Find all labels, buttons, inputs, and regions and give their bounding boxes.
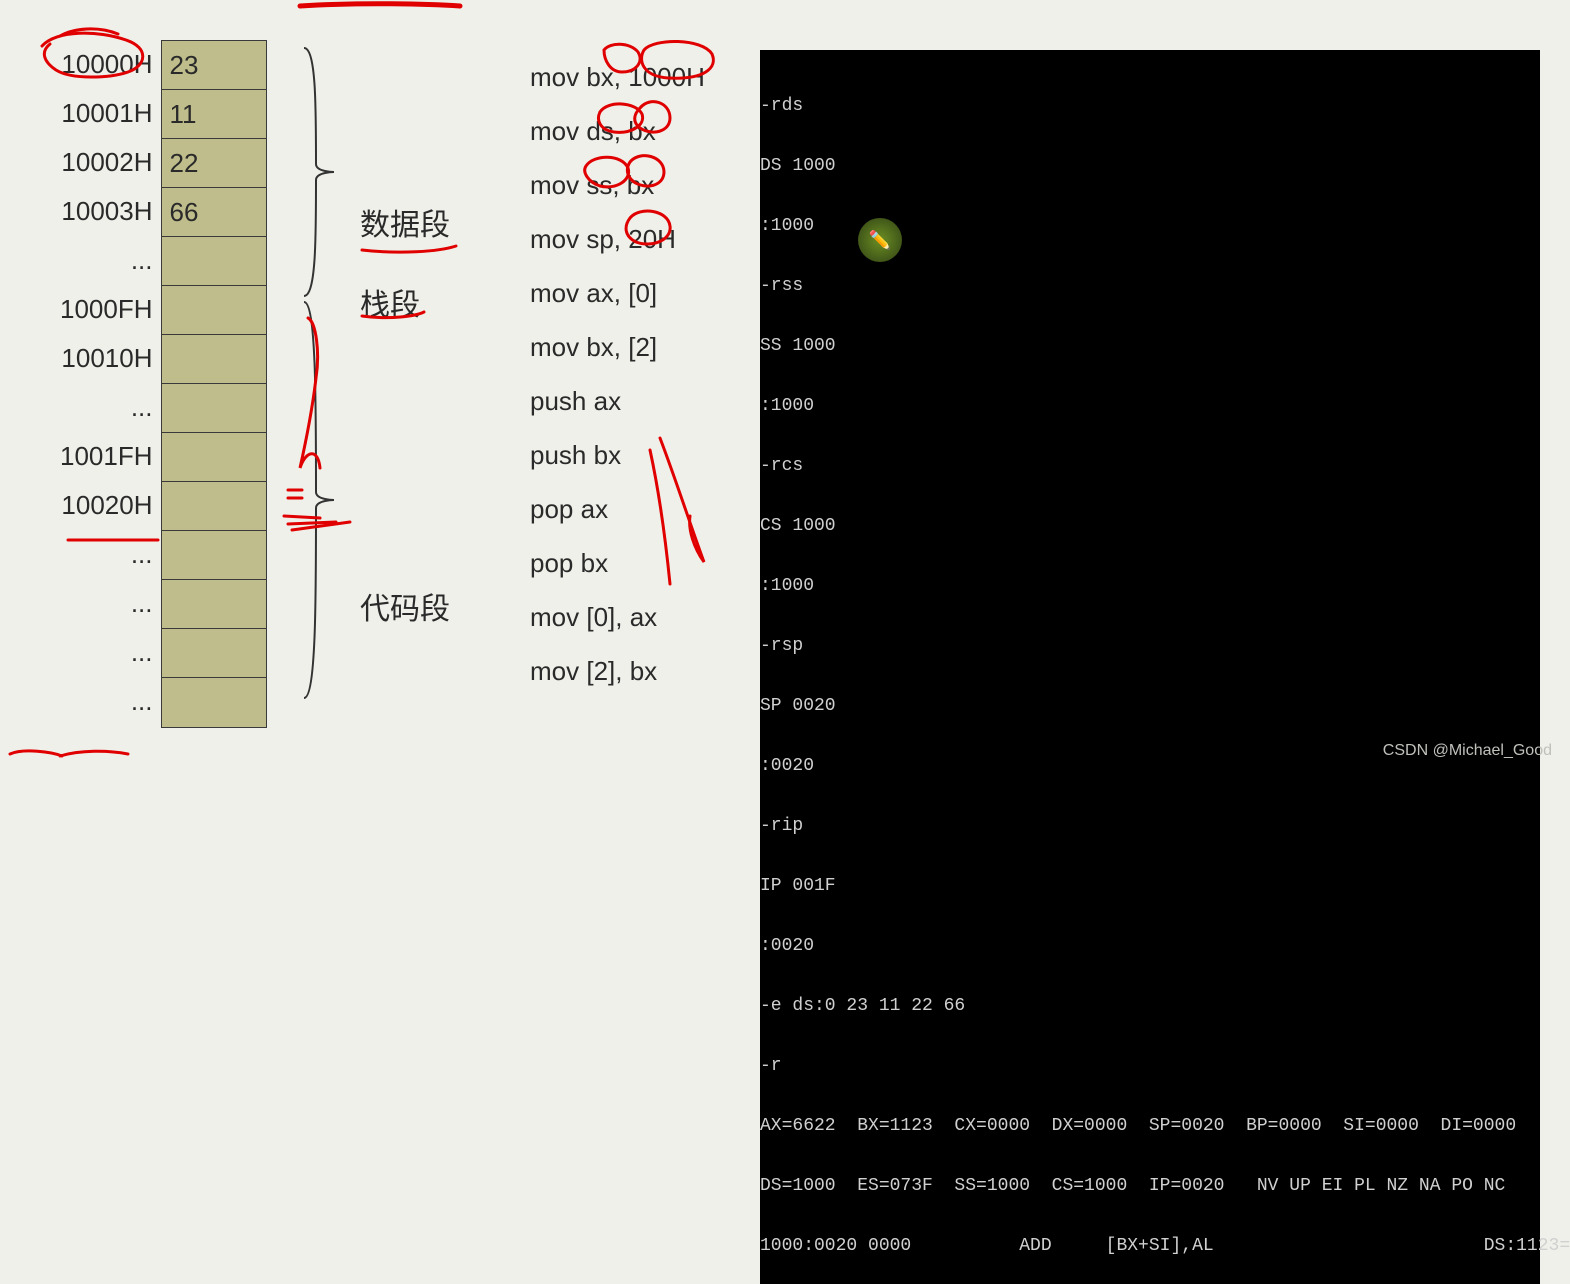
asm-line: push bx bbox=[530, 428, 705, 482]
terminal-line: -e ds:0 23 11 22 66 bbox=[760, 996, 1536, 1016]
address-cell: 10002H bbox=[60, 138, 153, 187]
address-cell: 10020H bbox=[60, 481, 153, 530]
pencil-icon: ✏️ bbox=[869, 230, 891, 251]
memory-cell bbox=[162, 335, 266, 384]
memory-cell bbox=[162, 531, 266, 580]
memory-cell bbox=[162, 482, 266, 531]
value-column: 23 11 22 66 bbox=[161, 40, 267, 728]
asm-line: mov bx, 1000H bbox=[530, 50, 705, 104]
asm-line: mov [0], ax bbox=[530, 590, 705, 644]
address-cell: ... bbox=[60, 383, 153, 432]
terminal-line: 1000:0020 0000 ADD [BX+SI],AL DS:1123=00 bbox=[760, 1236, 1536, 1256]
terminal-line: SS 1000 bbox=[760, 336, 1536, 356]
memory-cell bbox=[162, 237, 266, 286]
terminal-line: DS 1000 bbox=[760, 156, 1536, 176]
terminal-line: DS=1000 ES=073F SS=1000 CS=1000 IP=0020 … bbox=[760, 1176, 1536, 1196]
asm-line: pop bx bbox=[530, 536, 705, 590]
asm-line: mov bx, [2] bbox=[530, 320, 705, 374]
terminal-line: -rss bbox=[760, 276, 1536, 296]
terminal-line: -r bbox=[760, 1056, 1536, 1076]
terminal-line: CS 1000 bbox=[760, 516, 1536, 536]
address-cell: 1001FH bbox=[60, 432, 153, 481]
memory-cell: 23 bbox=[162, 41, 266, 90]
address-cell: ... bbox=[60, 677, 153, 726]
asm-line: pop ax bbox=[530, 482, 705, 536]
memory-cell bbox=[162, 580, 266, 629]
terminal-line: -rsp bbox=[760, 636, 1536, 656]
terminal-line: SP 0020 bbox=[760, 696, 1536, 716]
address-column: 10000H 10001H 10002H 10003H ... 1000FH 1… bbox=[60, 40, 161, 728]
terminal-line: -rds bbox=[760, 96, 1536, 116]
brace-icon bbox=[300, 300, 338, 700]
memory-cell bbox=[162, 629, 266, 678]
memory-cell bbox=[162, 286, 266, 335]
data-segment-label: 数据段 bbox=[360, 200, 450, 244]
terminal-line: AX=6622 BX=1123 CX=0000 DX=0000 SP=0020 … bbox=[760, 1116, 1536, 1136]
stack-segment-label: 栈段 bbox=[360, 280, 450, 324]
asm-line: mov sp, 20H bbox=[530, 212, 705, 266]
memory-cell: 66 bbox=[162, 188, 266, 237]
asm-line: mov ss, bx bbox=[530, 158, 705, 212]
terminal-line: :1000 bbox=[760, 576, 1536, 596]
asm-line: mov ds, bx bbox=[530, 104, 705, 158]
address-cell: 10010H bbox=[60, 334, 153, 383]
terminal-line: IP 001F bbox=[760, 876, 1536, 896]
pencil-cursor-icon: ✏️ bbox=[858, 218, 902, 262]
assembly-code: mov bx, 1000H mov ds, bx mov ss, bx mov … bbox=[530, 50, 705, 698]
segment-labels: 数据段 栈段 bbox=[360, 200, 450, 360]
address-cell: ... bbox=[60, 236, 153, 285]
brace-icon bbox=[300, 46, 338, 298]
code-segment-label: 代码段 bbox=[360, 584, 450, 628]
address-cell: 10001H bbox=[60, 89, 153, 138]
address-cell: ... bbox=[60, 628, 153, 677]
memory-cell: 11 bbox=[162, 90, 266, 139]
address-cell: 1000FH bbox=[60, 285, 153, 334]
terminal-line: -rcs bbox=[760, 456, 1536, 476]
asm-line: mov [2], bx bbox=[530, 644, 705, 698]
memory-cell bbox=[162, 678, 266, 727]
memory-table: 10000H 10001H 10002H 10003H ... 1000FH 1… bbox=[60, 40, 267, 728]
address-cell: 10003H bbox=[60, 187, 153, 236]
memory-cell bbox=[162, 433, 266, 482]
address-cell: ... bbox=[60, 530, 153, 579]
asm-line: push ax bbox=[530, 374, 705, 428]
watermark-text: CSDN @Michael_Good bbox=[1383, 742, 1552, 760]
asm-line: mov ax, [0] bbox=[530, 266, 705, 320]
terminal-line: -rip bbox=[760, 816, 1536, 836]
memory-cell bbox=[162, 384, 266, 433]
memory-cell: 22 bbox=[162, 139, 266, 188]
address-cell: 10000H bbox=[60, 40, 153, 89]
address-cell: ... bbox=[60, 579, 153, 628]
terminal-line: :0020 bbox=[760, 936, 1536, 956]
terminal-line: :1000 bbox=[760, 396, 1536, 416]
